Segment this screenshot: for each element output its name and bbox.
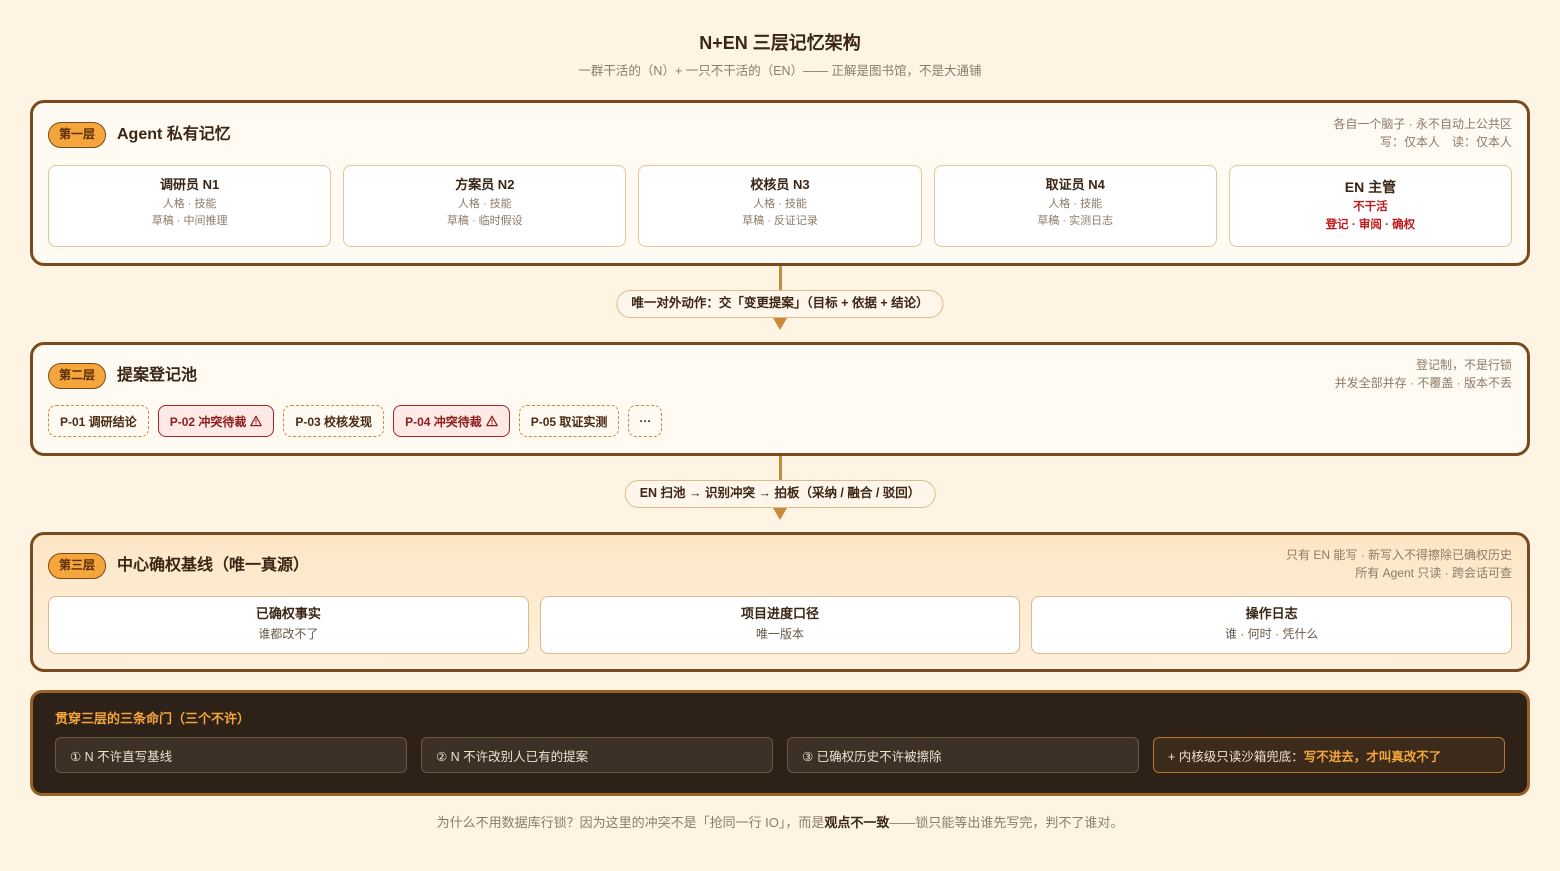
rules-row: ① N 不许直写基线 ② N 不许改别人已有的提案 ③ 已确权历史不许被擦除 +… [55, 737, 1505, 773]
agent-detail: 人格 · 技能 [162, 198, 217, 210]
rules-panel: 贯穿三层的三条命门（三个不许） ① N 不许直写基线 ② N 不许改别人已有的提… [30, 690, 1530, 796]
agent-detail: 人格 · 技能 [457, 198, 512, 210]
rule-text: ③ 已确权历史不许被擦除 [802, 749, 942, 764]
rule-item: ① N 不许直写基线 [55, 737, 407, 773]
layer-note: 各自一个脑子 · 永不自动上公共区 写：仅本人 读：仅本人 [1333, 115, 1512, 151]
layer-badge: 第二层 [48, 363, 106, 389]
flow-label: EN 扫池 → 识别冲突 → 拍板（采纳 / 融合 / 驳回） [624, 480, 936, 508]
proposal-chip-more: ··· [628, 405, 663, 437]
proposal-chip: P-05 取证实测 [518, 405, 620, 437]
agent-detail: 草稿 · 实测日志 [1037, 215, 1114, 227]
flow-label: 唯一对外动作：交「变更提案」（目标 + 依据 + 结论） [616, 290, 944, 318]
arrow-down-icon [773, 318, 787, 330]
diagram-title: N+EN 三层记忆架构 [699, 33, 861, 53]
layer-note-line: 并发全部并存 · 不覆盖 · 版本不丢 [1334, 376, 1512, 390]
connector-line [779, 456, 782, 480]
layer-badge: 第一层 [48, 122, 106, 148]
agent-card-n1: 调研员 N1 人格 · 技能 草稿 · 中间推理 [48, 165, 332, 247]
proposal-chip-conflict: P-04 冲突待裁 [393, 405, 510, 437]
proposal-label: P-05 取证实测 [530, 414, 608, 429]
footer-emphasis: 观点不一致 [824, 815, 890, 830]
rule-item: ③ 已确权历史不许被擦除 [787, 737, 1139, 773]
proposal-label: P-04 冲突待裁 [405, 414, 482, 429]
agent-detail: 草稿 · 中间推理 [151, 215, 228, 227]
baseline-card-title: 项目进度口径 [741, 606, 820, 621]
agent-card-n3: 校核员 N3 人格 · 技能 草稿 · 反证记录 [638, 165, 922, 247]
footer-text: 为什么不用数据库行锁？因为这里的冲突不是「抢同一行 IO」，而是 [436, 815, 825, 830]
layer-title: 中心确权基线（唯一真源） [117, 557, 310, 574]
baseline-card-row: 已确权事实 谁都改不了 项目进度口径 唯一版本 操作日志 谁 · 何时 · 凭什… [48, 596, 1513, 654]
baseline-card-progress: 项目进度口径 唯一版本 [539, 596, 1021, 654]
layer-note-line: 各自一个脑子 · 永不自动上公共区 [1333, 117, 1512, 131]
proposal-chip-row: P-01 调研结论 P-02 冲突待裁 P-03 校核发现 P-04 冲突待裁 … [48, 405, 663, 437]
proposal-chip: P-01 调研结论 [48, 405, 149, 437]
diagram-subtitle: 一群干活的（N）+ 一只不干活的（EN）—— 正解是图书馆，不是大通铺 [578, 64, 982, 78]
agent-detail: 人格 · 技能 [1048, 198, 1103, 210]
agent-name: 取证员 N4 [1045, 177, 1105, 192]
rules-title: 贯穿三层的三条命门（三个不许） [55, 711, 251, 726]
layer-note-line: 写：仅本人 读：仅本人 [1379, 135, 1512, 149]
rule-highlight: 写不进去，才叫真改不了 [1303, 749, 1442, 764]
arrow-down-icon [773, 508, 787, 520]
more-ellipsis: ··· [639, 414, 652, 428]
agent-duty-highlight: 不干活 [1353, 201, 1388, 213]
proposal-chip: P-03 校核发现 [283, 405, 385, 437]
agent-name: EN 主管 [1344, 179, 1397, 195]
agent-name: 方案员 N2 [455, 177, 515, 192]
footer-note: 为什么不用数据库行锁？因为这里的冲突不是「抢同一行 IO」，而是观点不一致——锁… [0, 814, 1560, 832]
baseline-card-title: 已确权事实 [255, 606, 321, 621]
baseline-card-subtitle: 唯一版本 [756, 627, 805, 641]
baseline-card-title: 操作日志 [1245, 606, 1298, 621]
agent-card-n4: 取证员 N4 人格 · 技能 草稿 · 实测日志 [933, 165, 1217, 247]
rule-text: ① N 不许直写基线 [70, 749, 173, 764]
agent-card-n2: 方案员 N2 人格 · 技能 草稿 · 临时假设 [343, 165, 627, 247]
layer-3-baseline: 第三层 中心确权基线（唯一真源） 只有 EN 能写 · 新写入不得擦除已确权历史… [30, 532, 1530, 672]
agent-name: 校核员 N3 [750, 177, 810, 192]
warning-icon [250, 415, 263, 427]
layer-title: 提案登记池 [117, 367, 198, 384]
layer-note: 只有 EN 能写 · 新写入不得擦除已确权历史 所有 Agent 只读 · 跨会… [1286, 546, 1512, 582]
rule-item-kernel-sandbox: + 内核级只读沙箱兜底： 写不进去，才叫真改不了 [1153, 737, 1505, 773]
agent-detail: 草稿 · 临时假设 [446, 215, 523, 227]
connector-line [779, 266, 782, 290]
proposal-label: P-03 校核发现 [295, 414, 373, 429]
agent-detail: 草稿 · 反证记录 [742, 215, 818, 227]
proposal-label: P-02 冲突待裁 [169, 414, 247, 429]
agent-name: 调研员 N1 [159, 177, 220, 192]
layer-note-line: 登记制，不是行锁 [1415, 358, 1512, 372]
baseline-card-log: 操作日志 谁 · 何时 · 凭什么 [1031, 596, 1513, 654]
agent-detail: 人格 · 技能 [753, 198, 807, 210]
layer-title: Agent 私有记忆 [117, 126, 231, 143]
rule-text: + 内核级只读沙箱兜底： [1168, 749, 1304, 764]
layer-badge: 第三层 [48, 553, 106, 579]
layer-note: 登记制，不是行锁 并发全部并存 · 不覆盖 · 版本不丢 [1335, 356, 1512, 392]
layer-note-line: 所有 Agent 只读 · 跨会话可查 [1355, 566, 1512, 580]
baseline-card-subtitle: 谁 · 何时 · 凭什么 [1225, 627, 1319, 641]
layer-1-private-memory: 第一层 Agent 私有记忆 各自一个脑子 · 永不自动上公共区 写：仅本人 读… [30, 100, 1530, 266]
rule-text: ② N 不许改别人已有的提案 [436, 749, 589, 764]
proposal-label: P-01 调研结论 [60, 414, 137, 429]
agent-card-row: 调研员 N1 人格 · 技能 草稿 · 中间推理 方案员 N2 人格 · 技能 … [48, 165, 1513, 247]
rule-item: ② N 不许改别人已有的提案 [421, 737, 773, 773]
warning-icon [485, 415, 498, 427]
layer-note-line: 只有 EN 能写 · 新写入不得擦除已确权历史 [1285, 548, 1512, 562]
layer-2-proposal-pool: 第二层 提案登记池 登记制，不是行锁 并发全部并存 · 不覆盖 · 版本不丢 P… [30, 342, 1530, 456]
baseline-card-subtitle: 谁都改不了 [258, 627, 319, 641]
baseline-card-facts: 已确权事实 谁都改不了 [48, 596, 529, 654]
proposal-chip-conflict: P-02 冲突待裁 [157, 405, 275, 437]
agent-duty-highlight: 登记 · 审阅 · 确权 [1325, 219, 1416, 231]
footer-text: ——锁只能等出谁先写完，判不了谁对。 [889, 815, 1124, 830]
agent-card-en-supervisor: EN 主管 不干活 登记 · 审阅 · 确权 [1228, 165, 1513, 247]
